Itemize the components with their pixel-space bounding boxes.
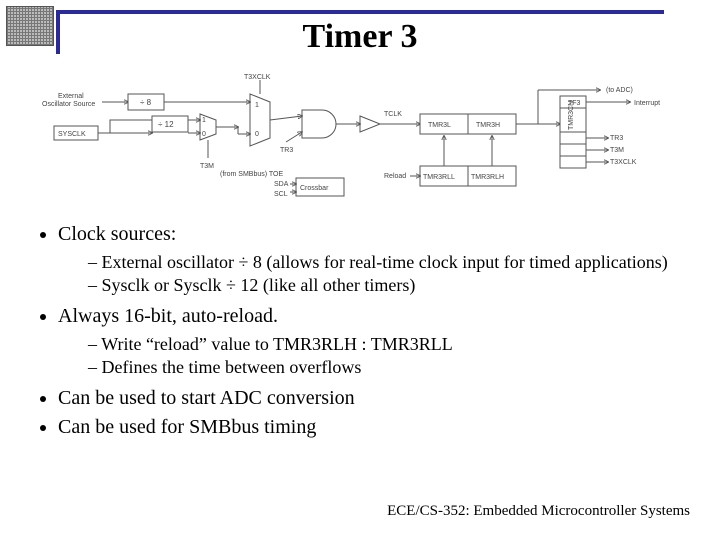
div12-label: ÷ 12 bbox=[158, 120, 174, 129]
mux-big-0: 0 bbox=[255, 131, 259, 138]
tr3-gate-label: TR3 bbox=[280, 147, 293, 154]
tmr3l-label: TMR3L bbox=[428, 122, 451, 129]
page-title: Timer 3 bbox=[0, 18, 720, 56]
crossbar-label: Crossbar bbox=[300, 185, 329, 192]
ctrl-t3xclk: T3XCLK bbox=[610, 159, 637, 166]
reload-label: Reload bbox=[384, 173, 406, 180]
subbullet: Defines the time between overflows bbox=[88, 356, 690, 379]
tmr3rll-label: TMR3RLL bbox=[423, 174, 455, 181]
bullet-smbus: Can be used for SMBbus timing bbox=[58, 415, 690, 440]
interrupt-label: Interrupt bbox=[634, 100, 660, 107]
t3m-label: T3M bbox=[200, 163, 214, 170]
slide-body: Clock sources: External oscillator ÷ 8 (… bbox=[30, 222, 690, 444]
mux-small-0: 0 bbox=[202, 131, 206, 138]
timer3-block-diagram: External Oscillator Source ÷ 8 SYSCLK ÷ … bbox=[40, 72, 680, 212]
div8-label: ÷ 8 bbox=[140, 98, 152, 107]
to-adc-label: (to ADC) bbox=[606, 87, 633, 94]
subbullet: Write “reload” value to TMR3RLH : TMR3RL… bbox=[88, 333, 690, 356]
crossbar-scl: SCL bbox=[274, 191, 288, 198]
bullet-16bit: Always 16-bit, auto-reload. Write “reloa… bbox=[58, 304, 690, 378]
tmr3h-label: TMR3H bbox=[476, 122, 500, 129]
subbullet: Sysclk or Sysclk ÷ 12 (like all other ti… bbox=[88, 274, 690, 297]
wire bbox=[270, 116, 302, 120]
tmr3cn-label: TMR3CN bbox=[568, 101, 575, 130]
slide-footer: ECE/CS-352: Embedded Microcontroller Sys… bbox=[387, 503, 690, 520]
mux-big bbox=[250, 94, 270, 146]
ctrl-tr3: TR3 bbox=[610, 135, 623, 142]
bullet-clock-sources: Clock sources: External oscillator ÷ 8 (… bbox=[58, 222, 690, 296]
sysclk-label: SYSCLK bbox=[58, 131, 86, 138]
ctrl-t3m: T3M bbox=[610, 147, 624, 154]
t3xclk-label: T3XCLK bbox=[244, 74, 271, 81]
crossbar-note: (from SMBbus) TOE bbox=[220, 171, 283, 178]
bullet-text: Clock sources: bbox=[58, 223, 176, 245]
mux-small-1: 1 bbox=[202, 117, 206, 124]
subbullet: External oscillator ÷ 8 (allows for real… bbox=[88, 251, 690, 274]
ext-osc-label: External Oscillator Source bbox=[42, 93, 95, 108]
tmr3rlh-label: TMR3RLH bbox=[471, 174, 504, 181]
mux-big-1: 1 bbox=[255, 102, 259, 109]
tclk-buffer bbox=[360, 116, 380, 132]
bullet-adc: Can be used to start ADC conversion bbox=[58, 386, 690, 411]
tclk-label: TCLK bbox=[384, 111, 402, 118]
rule-top bbox=[56, 10, 664, 14]
bullet-text: Always 16-bit, auto-reload. bbox=[58, 305, 278, 327]
wire bbox=[286, 132, 302, 142]
and-gate bbox=[302, 110, 336, 138]
crossbar-sda: SDA bbox=[274, 181, 289, 188]
